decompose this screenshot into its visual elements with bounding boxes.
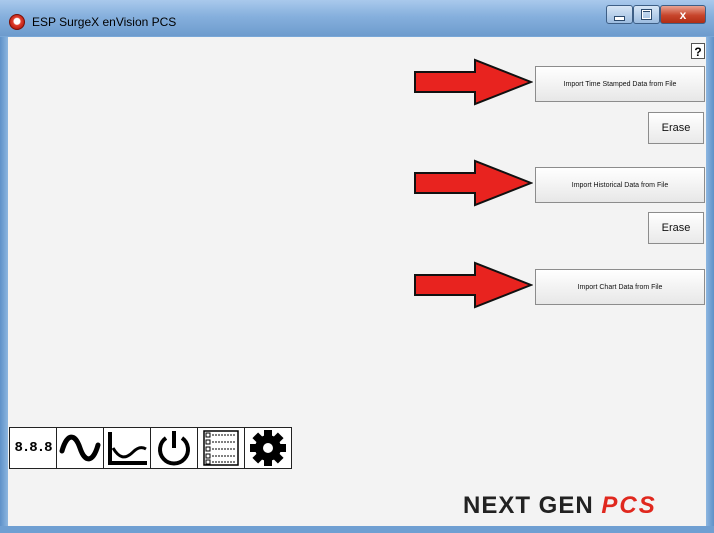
- window-border-bottom: [0, 526, 714, 533]
- erase-historical-button[interactable]: Erase: [648, 212, 704, 244]
- trend-chart-icon: [108, 432, 147, 465]
- title-bar[interactable]: ESP SurgeX enVision PCS x: [0, 0, 714, 36]
- window-title: ESP SurgeX enVision PCS: [32, 15, 177, 29]
- event-list-icon: [203, 430, 239, 466]
- import-time-stamped-button[interactable]: Import Time Stamped Data from File: [535, 66, 705, 102]
- window-border-right: [706, 37, 714, 526]
- arrow-icon: [414, 159, 533, 207]
- brand-pcs: PCS: [601, 492, 657, 519]
- brand-logo: NEXT GEN PCS: [463, 492, 657, 520]
- settings-button[interactable]: [244, 427, 292, 469]
- waveform-icon: [59, 434, 101, 462]
- digital-meter-button[interactable]: 8.8.8: [9, 427, 57, 469]
- app-window: ESP SurgeX enVision PCS x ? Import Time …: [0, 0, 714, 533]
- brand-next-gen: NEXT GEN: [463, 492, 594, 519]
- close-button[interactable]: x: [660, 5, 706, 24]
- help-button[interactable]: ?: [691, 43, 705, 59]
- maximize-icon: [641, 9, 652, 20]
- arrow-icon: [414, 261, 533, 309]
- maximize-button[interactable]: [633, 5, 660, 24]
- window-border-left: [0, 37, 8, 526]
- power-button[interactable]: [150, 427, 198, 469]
- arrow-icon: [414, 58, 533, 106]
- import-historical-button[interactable]: Import Historical Data from File: [535, 167, 705, 203]
- erase-time-stamped-button[interactable]: Erase: [648, 112, 704, 144]
- minimize-icon: [614, 15, 625, 21]
- power-icon: [158, 431, 190, 466]
- waveform-button[interactable]: [56, 427, 104, 469]
- close-icon: x: [679, 7, 687, 22]
- import-chart-button[interactable]: Import Chart Data from File: [535, 269, 705, 305]
- minimize-button[interactable]: [606, 5, 633, 24]
- event-list-button[interactable]: [197, 427, 245, 469]
- app-logo-icon[interactable]: [9, 14, 25, 30]
- bottom-toolbar: 8.8.8: [9, 427, 292, 469]
- settings-gear-icon: [250, 430, 286, 466]
- trend-chart-button[interactable]: [103, 427, 151, 469]
- client-area: ? Import Time Stamped Data from File Era…: [8, 37, 706, 526]
- digital-meter-icon: 8.8.8: [14, 440, 52, 456]
